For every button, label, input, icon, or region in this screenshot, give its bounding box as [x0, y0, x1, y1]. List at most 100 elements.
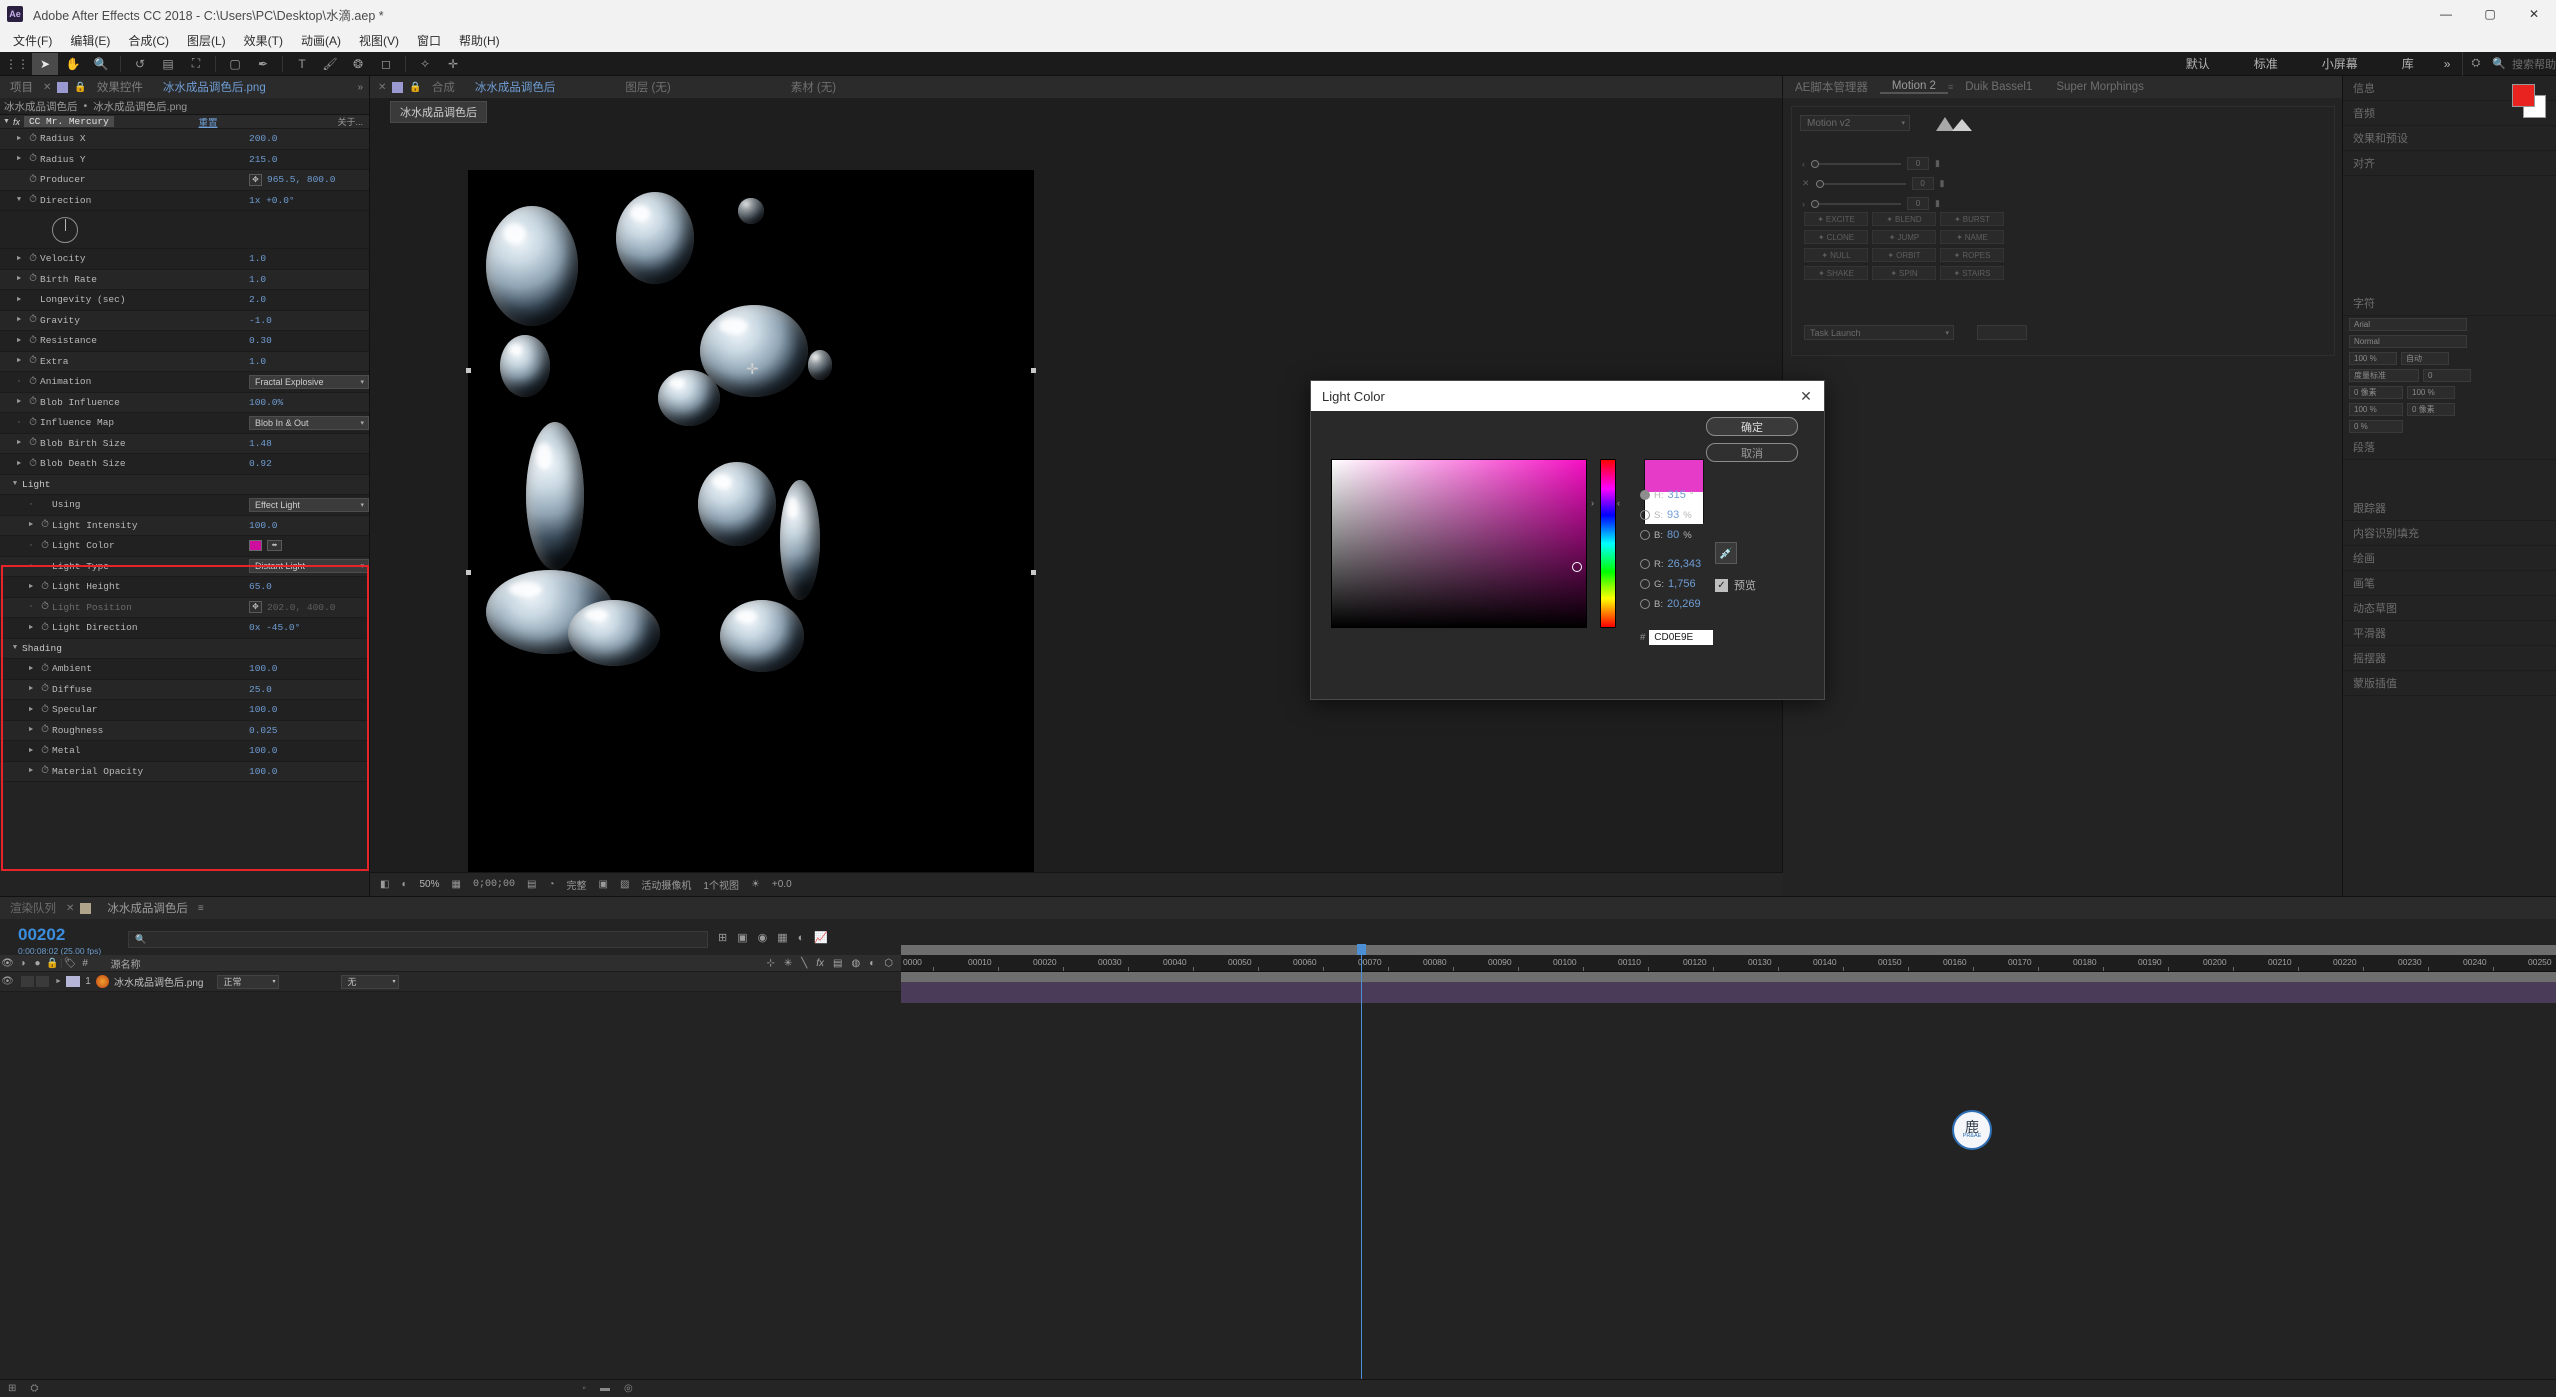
property-row-resistance[interactable]: ► ⏱ Resistance 0.30 [0, 331, 369, 352]
slider-value-3[interactable]: 0 [1907, 197, 1929, 210]
property-row-diffuse[interactable]: ► ⏱ Diffuse 25.0 [0, 679, 369, 700]
exposure-value[interactable]: +0.0 [772, 879, 792, 890]
color-field-value[interactable]: 20,269 [1667, 598, 1701, 610]
saturation-brightness-field[interactable] [1331, 459, 1587, 628]
ok-button[interactable]: 确定 [1706, 417, 1798, 436]
script-button-shake[interactable]: ✦ SHAKE [1804, 266, 1868, 280]
property-dropdown[interactable]: Effect Light [249, 497, 369, 512]
layer-solo-toggle[interactable] [36, 976, 49, 987]
script-button-burst[interactable]: ✦ BURST [1940, 212, 2004, 226]
comp-handle-br[interactable] [1031, 570, 1036, 575]
stopwatch-icon[interactable]: ⏱ [38, 704, 52, 716]
font-size-field[interactable]: 100 % [2349, 352, 2397, 365]
color-field-value[interactable]: 1,756 [1668, 578, 1696, 590]
tab-duik-bassel[interactable]: Duik Bassel1 [1953, 81, 2044, 93]
task-launch-go-button[interactable] [1977, 325, 2027, 340]
roto-brush-tool-icon[interactable]: ✧ [412, 53, 438, 75]
channel-icon[interactable]: ◐ [401, 879, 407, 890]
panel-section-内容识别填充[interactable]: 内容识别填充 [2343, 521, 2556, 546]
work-area-bar-top[interactable] [901, 945, 2556, 955]
timeline-timecode[interactable]: 00202 0:00:08:02 (25.00 fps) [18, 925, 101, 956]
selection-tool-icon[interactable]: ➤ [32, 52, 58, 75]
slider-row-3[interactable]: › 0 ▮ [1802, 197, 1940, 210]
motion-blur-icon[interactable]: ◐ [798, 932, 805, 944]
property-value[interactable]: -1.0 [249, 315, 369, 326]
menu-6[interactable]: 视图(V) [350, 29, 408, 52]
tab-timeline-comp[interactable]: 冰水成品调色后 [97, 900, 198, 916]
property-row-light[interactable]: ▼ Light [0, 474, 369, 495]
color-field-value[interactable]: 26,343 [1668, 558, 1702, 570]
color-field-g[interactable]: G: 1,756 [1640, 578, 1696, 590]
mask-icon[interactable]: ◔ [548, 879, 554, 890]
stopwatch-icon[interactable]: ⏱ [38, 601, 52, 613]
script-button-name[interactable]: ✦ NAME [1940, 230, 2004, 244]
layer-label-color[interactable] [66, 976, 80, 987]
property-value[interactable]: 215.0 [249, 154, 369, 165]
tab-effect-controls-layer[interactable]: 冰水成品调色后.png [153, 79, 276, 95]
script-button-orbit[interactable]: ✦ ORBIT [1872, 248, 1936, 262]
property-row-light-type[interactable]: · Light Type Distant Light [0, 556, 369, 577]
workspace-smallscreen[interactable]: 小屏幕 [2300, 55, 2380, 72]
color-cursor[interactable] [1572, 562, 1582, 572]
color-field-s[interactable]: S: 93% [1640, 509, 1692, 521]
stopwatch-icon[interactable]: ⏱ [26, 273, 40, 285]
menu-7[interactable]: 窗口 [408, 29, 450, 52]
color-field-b2[interactable]: B: 20,269 [1640, 598, 1701, 610]
graph-editor-icon[interactable]: 📈 [814, 931, 828, 944]
twirl-icon[interactable]: ► [24, 521, 38, 529]
property-row-blob-death-size[interactable]: ► ⏱ Blob Death Size 0.92 [0, 454, 369, 475]
hand-tool-icon[interactable]: ✋ [60, 53, 86, 75]
twirl-icon[interactable]: ► [12, 337, 26, 345]
layer-name[interactable]: 冰水成品调色后.png [114, 974, 203, 989]
crosshair-icon[interactable]: ✥ [249, 601, 262, 614]
table-row[interactable]: 👁 ► 1 冰水成品调色后.png 正常 无 [0, 972, 901, 992]
slider-lock-icon-3[interactable]: ▮ [1935, 198, 1940, 209]
property-value[interactable]: 100.0% [249, 397, 369, 408]
twirl-icon[interactable]: ► [24, 685, 38, 693]
source-name-header[interactable]: 源名称 [111, 956, 141, 971]
property-row-using[interactable]: · Using Effect Light [0, 495, 369, 516]
task-launch-select[interactable]: Task Launch [1804, 325, 1954, 340]
font-style-field[interactable]: Normal [2349, 335, 2467, 348]
dial-knob[interactable] [52, 216, 78, 243]
property-row-birth-rate[interactable]: ► ⏱ Birth Rate 1.0 [0, 269, 369, 290]
grid-icon[interactable]: ▦ [452, 879, 461, 890]
property-value[interactable]: 25.0 [249, 684, 369, 695]
tab-ae-script-manager[interactable]: AE脚本管理器 [1783, 79, 1880, 95]
property-value[interactable]: 0.025 [249, 725, 369, 736]
property-value[interactable]: 1.0 [249, 356, 369, 367]
zoom-tool-icon[interactable]: 🔍 [88, 53, 114, 75]
property-dropdown[interactable]: Distant Light [249, 559, 369, 574]
property-row-blob-influence[interactable]: ► ⏱ Blob Influence 100.0% [0, 392, 369, 413]
resolution-value[interactable]: 完整 [566, 877, 586, 892]
property-value[interactable]: 1.0 [249, 274, 369, 285]
property-value[interactable]: 0.92 [249, 458, 369, 469]
workspace-standard[interactable]: 标准 [2232, 55, 2300, 72]
clone-tool-icon[interactable]: ❂ [345, 53, 371, 75]
twirl-icon[interactable]: ► [24, 624, 38, 632]
script-button-blend[interactable]: ✦ BLEND [1872, 212, 1936, 226]
current-frame-value[interactable]: 00202 [18, 925, 101, 945]
rotate-tool-icon[interactable]: ↺ [127, 53, 153, 75]
slider-knob-1[interactable] [1811, 159, 1819, 168]
panel-menu-icon[interactable]: » [357, 82, 363, 93]
twirl-icon[interactable]: ► [24, 747, 38, 755]
radio-r[interactable] [1640, 559, 1650, 569]
stopwatch-icon[interactable]: ⏱ [26, 314, 40, 326]
twirl-icon[interactable]: ▼ [8, 480, 22, 488]
panel-section-段落[interactable]: 段落 [2343, 435, 2556, 460]
workspace-settings-icon[interactable]: ⛭ [2471, 57, 2480, 70]
radio-g[interactable] [1640, 579, 1650, 589]
direction-dial[interactable] [0, 211, 369, 249]
layer-duration-bar[interactable] [901, 983, 2556, 1003]
exposure-icon[interactable]: ☀ [751, 879, 760, 890]
property-row-ambient[interactable]: ► ⏱ Ambient 100.0 [0, 659, 369, 680]
motion-version-select[interactable]: Motion v2 [1800, 115, 1910, 131]
workspace-library[interactable]: 库 [2380, 55, 2436, 72]
puppet-tool-icon[interactable]: ✛ [440, 53, 466, 75]
property-value[interactable]: 1.48 [249, 438, 369, 449]
panel-section-平滑器[interactable]: 平滑器 [2343, 621, 2556, 646]
color-swatches[interactable] [2512, 84, 2546, 118]
layer-audio-toggle[interactable] [21, 976, 34, 987]
property-value[interactable]: 1x +0.0° [249, 195, 369, 206]
